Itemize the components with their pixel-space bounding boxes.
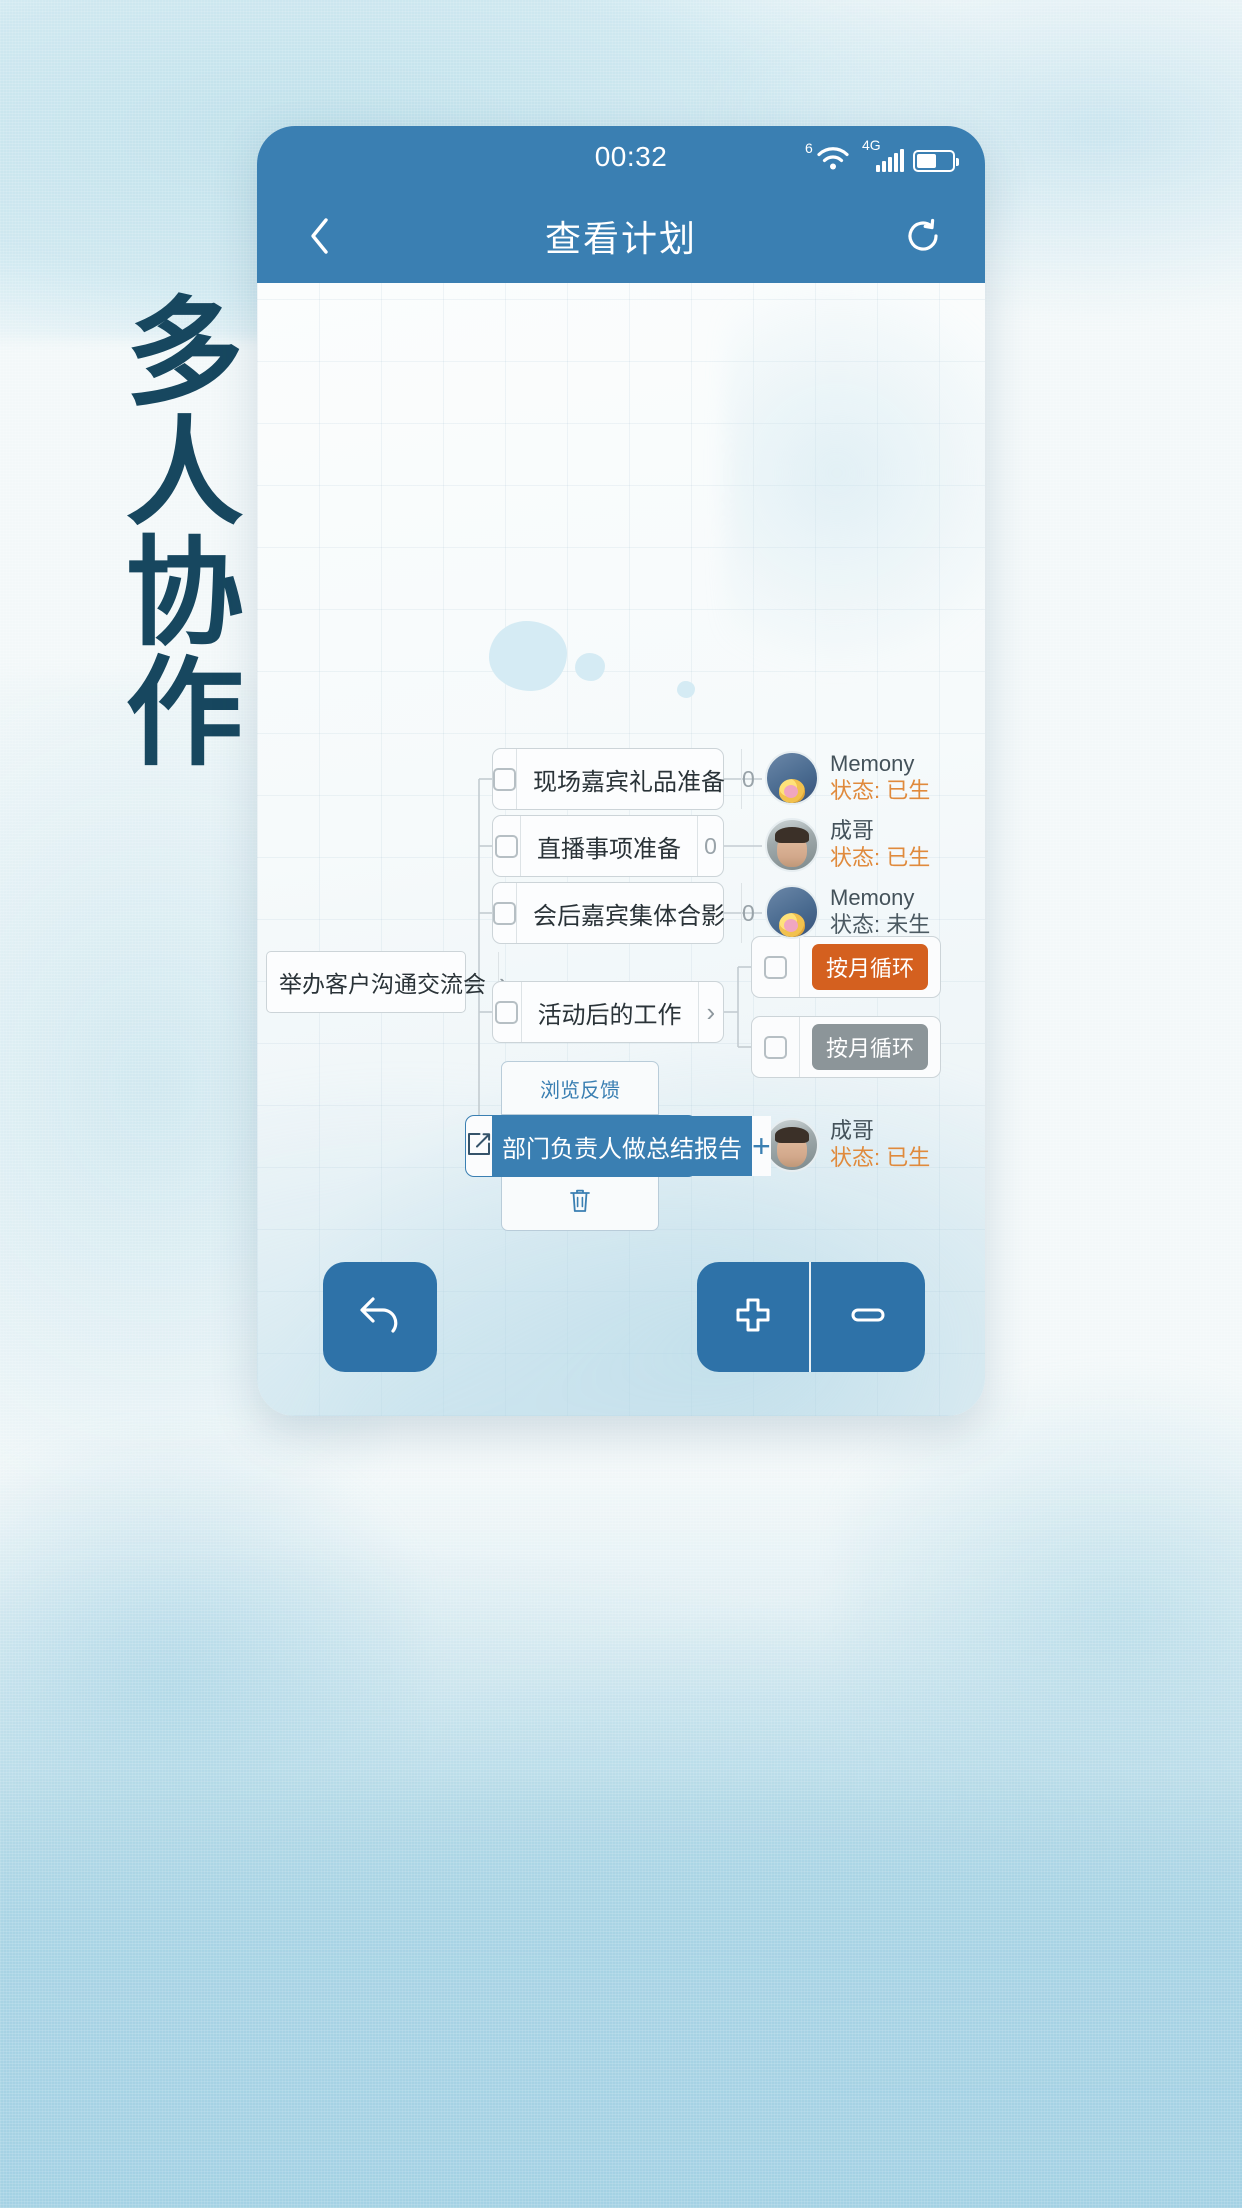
selected-node-label: 部门负责人做总结报告 — [492, 1116, 752, 1176]
mindmap-node[interactable]: 会后嘉宾集体合影 0 — [492, 882, 755, 944]
node-count: 0 — [697, 816, 723, 876]
node-expand-chevron-icon[interactable]: › — [697, 982, 723, 1042]
wifi-icon: 6 — [805, 140, 851, 172]
status-label: 状态: — [830, 912, 881, 937]
node-count: 0 — [741, 749, 755, 809]
status-badge: 未生 — [886, 912, 931, 937]
mindmap[interactable]: 举办客户沟通交流会 › 现场嘉宾礼品准备 0 直播事项准备 0 会后嘉宾集体合影… — [257, 283, 985, 1416]
status-badge: 已生 — [886, 778, 931, 803]
assignee-name: 成哥 — [830, 818, 875, 844]
node-checkbox[interactable] — [493, 883, 517, 943]
selected-node-group[interactable]: 浏览反馈 部门负责人做总结报告 + — [465, 1061, 771, 1231]
assignee[interactable]: Memony 状态: 未生 — [765, 885, 930, 939]
zoom-control-group — [697, 1262, 925, 1372]
status-bar: 00:32 6 4G — [257, 126, 985, 188]
cellular-signal-icon: 4G — [860, 137, 904, 172]
node-label: 活动后的工作 — [537, 1001, 682, 1029]
app-navbar: 查看计划 — [257, 188, 985, 283]
undo-button[interactable] — [323, 1262, 437, 1372]
recurrence-badge: 按月循环 — [811, 1024, 928, 1070]
status-label: 状态: — [830, 778, 881, 803]
root-node-label: 举办客户沟通交流会 — [279, 971, 486, 997]
mindmap-node[interactable]: 现场嘉宾礼品准备 0 — [492, 748, 755, 810]
mindmap-node[interactable]: 活动后的工作 › — [492, 981, 724, 1043]
assignee-name: Memony — [830, 885, 915, 911]
zoom-out-button[interactable] — [811, 1262, 925, 1372]
avatar — [765, 818, 819, 872]
status-icons: 6 4G — [805, 137, 959, 172]
mindmap-root-node[interactable]: 举办客户沟通交流会 › — [266, 951, 508, 1013]
assignee[interactable]: 成哥 状态: 已生 — [765, 818, 930, 872]
refresh-button[interactable] — [895, 208, 951, 264]
edit-node-button[interactable] — [466, 1116, 492, 1176]
minus-icon — [847, 1305, 889, 1330]
page-title: 查看计划 — [544, 217, 697, 259]
edit-icon — [466, 1131, 492, 1162]
node-checkbox[interactable] — [752, 1017, 800, 1077]
trash-icon — [569, 1188, 591, 1219]
phone-screen: 00:32 6 4G 查看计划 举办客户沟通交流会 现场嘉宾礼品准备 0 直播事… — [257, 126, 985, 1416]
mindmap-selected-node[interactable]: 部门负责人做总结报告 + — [465, 1115, 771, 1177]
mindmap-node[interactable]: 直播事项准备 0 — [492, 815, 724, 877]
browse-feedback-button[interactable]: 浏览反馈 — [501, 1061, 659, 1115]
mindmap-tag-node[interactable]: 按月循环 — [751, 936, 941, 998]
assignee[interactable]: Memony 状态: 已生 — [765, 751, 930, 805]
avatar — [765, 751, 819, 805]
delete-node-button[interactable] — [501, 1177, 659, 1231]
assignee-name: Memony — [830, 751, 915, 777]
node-checkbox[interactable] — [493, 749, 517, 809]
avatar — [765, 885, 819, 939]
node-count: 0 — [741, 883, 755, 943]
mindmap-canvas[interactable]: 举办客户沟通交流会 › 现场嘉宾礼品准备 0 直播事项准备 0 会后嘉宾集体合影… — [257, 283, 985, 1416]
undo-arrow-icon — [357, 1293, 403, 1342]
status-badge: 已生 — [886, 1145, 931, 1170]
plus-icon — [732, 1294, 774, 1341]
assignee-name: 成哥 — [830, 1118, 875, 1144]
back-button[interactable] — [291, 208, 347, 264]
status-label: 状态: — [830, 845, 881, 870]
mindmap-tag-node[interactable]: 按月循环 — [751, 1016, 941, 1078]
node-checkbox[interactable] — [752, 937, 800, 997]
node-checkbox[interactable] — [493, 816, 522, 876]
node-label: 直播事项准备 — [537, 835, 682, 863]
assignee[interactable]: 成哥 状态: 已生 — [765, 1118, 930, 1172]
node-label: 现场嘉宾礼品准备 — [533, 768, 725, 796]
canvas-controls — [257, 1262, 985, 1372]
status-label: 状态: — [830, 1145, 881, 1170]
wifi-generation-label: 6 — [805, 140, 813, 156]
recurrence-badge: 按月循环 — [811, 944, 928, 990]
promo-headline: 多人协作 — [107, 290, 238, 770]
status-badge: 已生 — [886, 845, 931, 870]
battery-icon — [913, 150, 959, 172]
zoom-in-button[interactable] — [697, 1262, 811, 1372]
avatar — [765, 1118, 819, 1172]
node-label: 会后嘉宾集体合影 — [533, 902, 725, 930]
add-child-node-button[interactable]: + — [752, 1116, 771, 1176]
node-checkbox[interactable] — [493, 982, 522, 1042]
